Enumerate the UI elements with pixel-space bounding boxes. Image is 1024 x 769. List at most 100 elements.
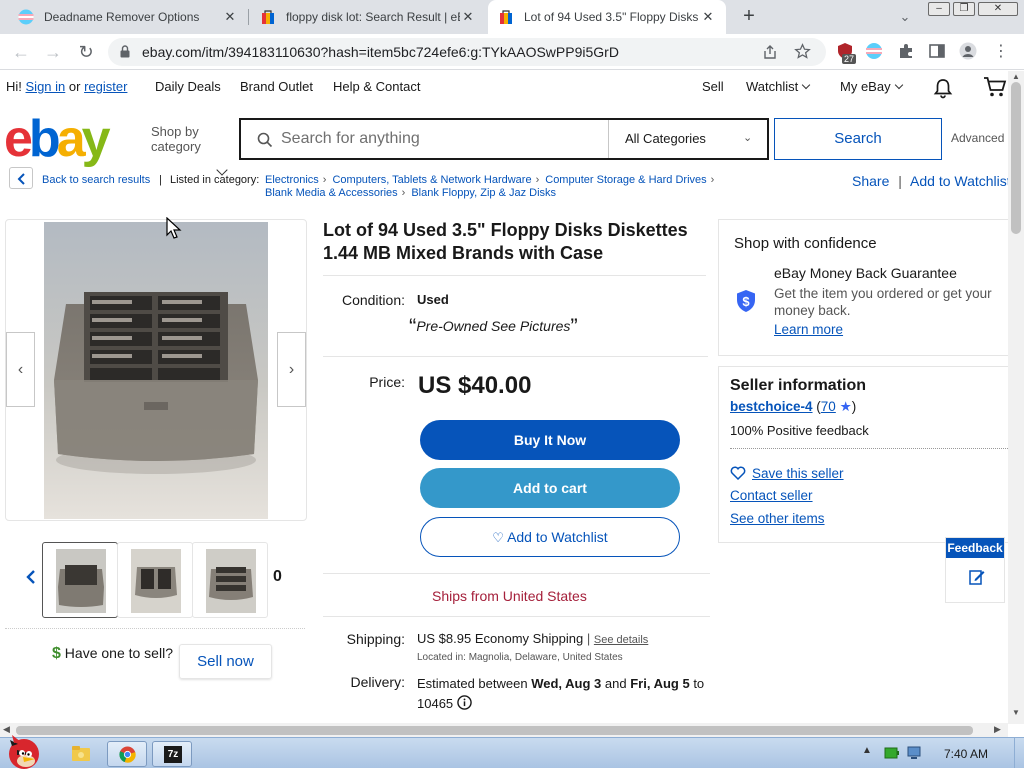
add-to-watchlist-button[interactable]: ♡ Add to Watchlist: [420, 517, 680, 557]
thumbnail-2[interactable]: [117, 542, 193, 618]
breadcrumb-computers[interactable]: Computers, Tablets & Network Hardware: [332, 174, 531, 186]
open-quote-icon: “: [409, 314, 417, 339]
close-window-button[interactable]: ✕: [978, 2, 1018, 16]
cart-icon[interactable]: [983, 76, 1007, 98]
help-contact-link[interactable]: Help & Contact: [333, 79, 420, 94]
forward-arrow-icon[interactable]: →: [42, 41, 64, 63]
see-details-link[interactable]: See details: [594, 634, 648, 646]
divider: [323, 356, 708, 357]
battery-icon[interactable]: [884, 746, 900, 760]
tab-close-icon[interactable]: ✕: [222, 9, 238, 25]
gallery-prev-button[interactable]: ‹: [6, 332, 35, 407]
feedback-score-link[interactable]: 70: [821, 399, 836, 414]
scroll-right-arrow-icon[interactable]: ▶: [994, 724, 1001, 735]
bell-icon[interactable]: [932, 77, 954, 99]
tab-close-icon[interactable]: ✕: [460, 9, 476, 25]
ships-from-text: Ships from United States: [432, 588, 587, 604]
tab-deadname-remover[interactable]: Deadname Remover Options ✕: [8, 0, 248, 34]
category-select[interactable]: All Categories ⌄: [625, 131, 752, 146]
side-panel-icon[interactable]: [928, 42, 946, 60]
breadcrumb-line2: Blank Media & Accessories › Blank Floppy, …: [265, 187, 556, 199]
new-tab-button[interactable]: +: [738, 6, 760, 28]
reload-icon[interactable]: ↻: [75, 41, 97, 63]
logo-letter-a: a: [56, 110, 86, 168]
gallery-next-button[interactable]: ›: [277, 332, 306, 407]
sell-promo-text: Have one to sell?: [64, 645, 173, 661]
sell-link[interactable]: Sell: [702, 79, 724, 94]
vertical-scroll-thumb[interactable]: [1011, 82, 1021, 234]
watchlist-menu[interactable]: Watchlist: [746, 79, 811, 94]
logo-letter-e: e: [4, 110, 33, 168]
bookmark-star-icon[interactable]: [794, 43, 811, 60]
learn-more-link[interactable]: Learn more: [774, 322, 843, 337]
tab-close-icon[interactable]: ✕: [700, 9, 716, 25]
puzzle-extensions-icon[interactable]: [897, 42, 915, 60]
my-ebay-menu[interactable]: My eBay: [840, 79, 903, 94]
register-link[interactable]: register: [84, 79, 127, 94]
divider: |: [586, 631, 591, 646]
chrome-taskbar-button[interactable]: [107, 741, 147, 767]
breadcrumb-floppy-disks[interactable]: Blank Floppy, Zip & Jaz Disks: [411, 187, 556, 199]
horizontal-scroll-thumb[interactable]: [16, 726, 973, 735]
tab-search-chevron-icon[interactable]: ⌄: [894, 6, 916, 28]
tab-title: Lot of 94 Used 3.5" Floppy Disks Diskett…: [524, 10, 700, 24]
advanced-search-link[interactable]: Advanced: [951, 131, 1004, 145]
share-icon[interactable]: [762, 44, 778, 60]
mouse-cursor-icon: [166, 217, 182, 239]
tab-floppy-item[interactable]: Lot of 94 Used 3.5" Floppy Disks Diskett…: [488, 0, 726, 34]
buy-it-now-button[interactable]: Buy It Now: [420, 420, 680, 460]
info-icon[interactable]: [457, 695, 472, 710]
back-arrow-icon[interactable]: ←: [10, 41, 32, 63]
add-to-watchlist-link[interactable]: Add to Watchlist: [910, 173, 1011, 189]
ebay-logo[interactable]: ebay: [4, 110, 111, 168]
daily-deals-link[interactable]: Daily Deals: [155, 79, 221, 94]
ebay-bag-icon: [500, 10, 512, 24]
7zip-taskbar-button[interactable]: 7z: [152, 741, 192, 767]
chevron-left-icon[interactable]: [25, 570, 37, 584]
angry-bird-start-icon[interactable]: [2, 732, 46, 769]
scroll-down-arrow-icon[interactable]: ▼: [1012, 708, 1020, 717]
contact-seller-link[interactable]: Contact seller: [730, 488, 813, 503]
chevron-right-icon: ›: [401, 187, 406, 199]
minimize-button[interactable]: –: [928, 2, 950, 16]
thumbnail-image: [206, 549, 256, 613]
thumbnail-3[interactable]: [192, 542, 268, 618]
search-button[interactable]: Search: [774, 118, 942, 160]
add-to-cart-button[interactable]: Add to cart: [420, 468, 680, 508]
scroll-up-arrow-icon[interactable]: ▲: [1012, 72, 1020, 81]
shop-by-category-button[interactable]: Shop by category: [151, 124, 228, 176]
breadcrumb-blank-media[interactable]: Blank Media & Accessories: [265, 187, 398, 199]
address-bar[interactable]: ebay.com/itm/394183110630?hash=item5bc72…: [108, 38, 826, 66]
seller-name-link[interactable]: bestchoice-4: [730, 399, 813, 414]
tab-floppy-search[interactable]: floppy disk lot: Search Result | eBay ✕: [250, 0, 486, 34]
sign-in-link[interactable]: Sign in: [26, 79, 66, 94]
profile-avatar-icon[interactable]: [959, 42, 977, 60]
heart-icon: [730, 466, 746, 481]
network-icon[interactable]: [906, 745, 924, 761]
breadcrumb-storage[interactable]: Computer Storage & Hard Drives: [545, 174, 706, 186]
tray-expand-icon[interactable]: ▲: [862, 745, 872, 756]
share-link[interactable]: Share: [852, 173, 889, 189]
search-input[interactable]: [281, 128, 601, 150]
trans-flag-extension-icon[interactable]: [865, 42, 883, 60]
shield-dollar-icon: $: [737, 290, 755, 312]
thumbnail-1[interactable]: [42, 542, 118, 618]
show-desktop-button[interactable]: [1014, 738, 1024, 768]
brand-outlet-link[interactable]: Brand Outlet: [240, 79, 313, 94]
main-product-image[interactable]: [44, 222, 268, 519]
browser-menu-icon[interactable]: ⋮: [990, 41, 1012, 63]
greeting: Hi! Sign in or register: [6, 79, 127, 94]
divider: [730, 448, 1010, 449]
file-explorer-icon[interactable]: [71, 744, 91, 762]
back-to-results-button[interactable]: [9, 167, 33, 189]
feedback-button[interactable]: Feedback: [945, 537, 1005, 603]
divider: |: [898, 173, 902, 189]
url-text: ebay.com/itm/394183110630?hash=item5bc72…: [142, 44, 619, 60]
restore-button[interactable]: ❐: [953, 2, 975, 16]
chevron-down-icon: ⌄: [743, 132, 753, 144]
breadcrumb-electronics[interactable]: Electronics: [265, 174, 319, 186]
sell-now-button[interactable]: Sell now: [179, 644, 272, 679]
save-seller-link[interactable]: Save this seller: [730, 464, 844, 481]
see-other-items-link[interactable]: See other items: [730, 511, 825, 526]
back-to-results-link[interactable]: Back to search results: [42, 174, 150, 186]
